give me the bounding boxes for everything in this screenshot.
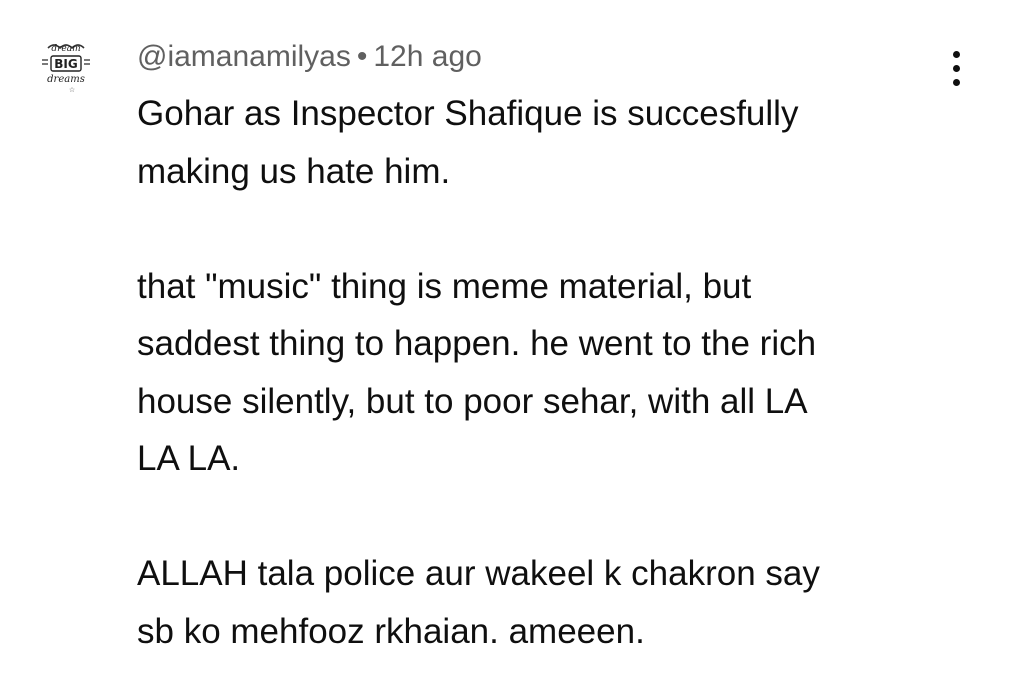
header-separator: • (356, 40, 368, 73)
comment-header: @iamanamilyas • 12h ago (137, 36, 482, 78)
author-name[interactable]: @iamanamilyas (137, 40, 351, 73)
svg-text:BIG: BIG (54, 57, 77, 71)
svg-text:dream: dream (51, 44, 80, 54)
svg-text:☆: ☆ (69, 86, 75, 94)
avatar[interactable]: dream BIG dreams ☆ (30, 30, 102, 102)
svg-text:dreams: dreams (47, 74, 85, 85)
comment-paragraph: ALLAH tala police aur wakeel k chakron s… (137, 554, 820, 651)
comment-paragraph: Gohar as Inspector Shafique is succesful… (137, 94, 799, 191)
comment: dream BIG dreams ☆ @iamanamilyas • 12h ago… (0, 0, 1024, 685)
comment-timestamp[interactable]: 12h ago (373, 40, 481, 73)
more-vert-icon (952, 50, 960, 58)
avatar-image: dream BIG dreams ☆ (35, 35, 97, 97)
comment-paragraph: that "music" thing is meme material, but… (137, 266, 817, 479)
comment-body: Gohar as Inspector Shafique is succesful… (137, 85, 997, 660)
